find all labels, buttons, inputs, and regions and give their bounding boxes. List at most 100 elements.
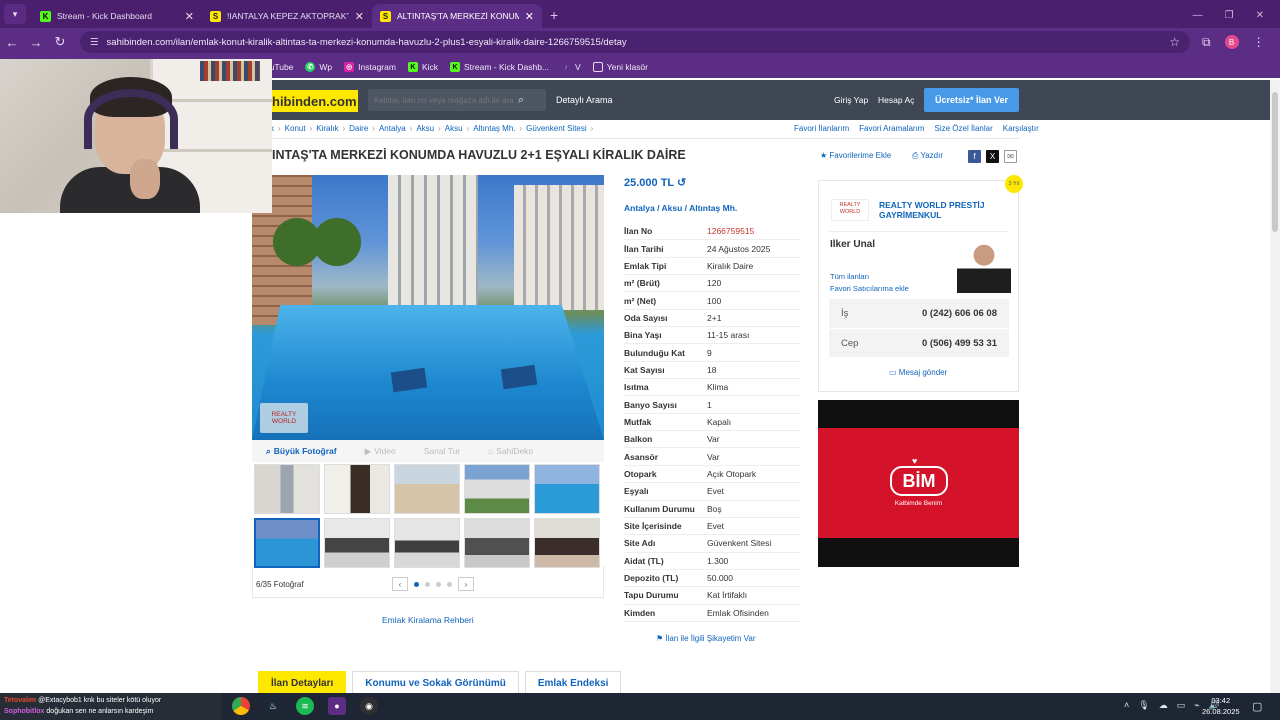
tab-kick-dashboard[interactable]: K Stream - Kick Dashboard ✕ — [32, 4, 202, 28]
location-district[interactable]: Aksu — [662, 203, 683, 213]
photo-thumbnail[interactable] — [324, 464, 390, 514]
divider — [252, 138, 1019, 139]
chevron-up-icon[interactable]: ˄ — [1124, 700, 1129, 711]
notification-icon[interactable]: ▢ — [1252, 700, 1262, 713]
site-logo[interactable]: hibinden.com — [270, 90, 358, 112]
bookmark-wp[interactable]: ✆ Wp — [305, 62, 332, 72]
add-favorite-link[interactable]: ★ Favorilerime Ekle — [820, 151, 891, 160]
breadcrumb-item[interactable]: Kiralık — [316, 124, 338, 133]
page-scrollbar[interactable] — [1270, 80, 1280, 693]
network-icon[interactable]: ⌁ — [1194, 700, 1199, 711]
advertisement[interactable]: ♥ BİM Kalbimde Benim — [818, 400, 1019, 567]
report-listing-link[interactable]: ⚑ İlan ile İlgili Şikayetim Var — [656, 634, 756, 643]
photo-thumbnail[interactable] — [464, 518, 530, 568]
breadcrumb-item[interactable]: Konut — [285, 124, 306, 133]
photo-thumbnail[interactable] — [534, 518, 600, 568]
minimize-icon[interactable]: — — [1193, 10, 1203, 21]
breadcrumb-item[interactable]: Aksu — [445, 124, 463, 133]
mail-icon[interactable]: ✉ — [1004, 150, 1017, 163]
photo-thumbnail[interactable] — [324, 518, 390, 568]
favorite-listings-link[interactable]: Favori İlanlarım — [794, 124, 849, 133]
battery-icon[interactable]: ▭ — [1177, 700, 1186, 711]
chevron-right-icon[interactable]: › — [458, 577, 474, 591]
print-link[interactable]: ⎙ Yazdır — [912, 151, 943, 161]
breadcrumb-item[interactable]: Aksu — [416, 124, 434, 133]
tab-location[interactable]: Konumu ve Sokak Görünümü — [352, 671, 519, 693]
close-window-icon[interactable]: ✕ — [1256, 10, 1264, 21]
all-listings-link[interactable]: Tüm ilanları — [830, 271, 909, 283]
site-info-icon[interactable]: ☰ — [90, 37, 99, 48]
signup-link[interactable]: Hesap Aç — [878, 95, 914, 105]
send-message-link[interactable]: ▭ Mesaj gönder — [889, 368, 947, 377]
tab-listing-details[interactable]: İlan Detayları — [258, 671, 347, 693]
cloud-icon[interactable]: ☁ — [1159, 700, 1168, 711]
breadcrumb-item[interactable]: Daire — [349, 124, 368, 133]
breadcrumb-item[interactable]: Antalya — [379, 124, 406, 133]
location-neighborhood[interactable]: Altıntaş Mh. — [689, 203, 737, 213]
tab-antalya-kepez[interactable]: S !IANTALYA KEPEZ AKTOPRAK'TA ✕ — [202, 4, 372, 28]
bookmark-instagram[interactable]: ◎ Instagram — [344, 62, 396, 72]
url-field[interactable]: ☰ sahibinden.com/ilan/emlak-konut-kirali… — [80, 31, 1190, 53]
main-photo[interactable]: REALTY WORLD — [252, 175, 604, 440]
forward-icon[interactable]: → — [24, 35, 48, 50]
photo-thumbnail[interactable] — [254, 464, 320, 514]
tab-search-button[interactable]: ▾ — [4, 4, 26, 24]
facebook-icon[interactable]: f — [968, 150, 981, 163]
bookmark-kick-dashboard[interactable]: K Stream - Kick Dashb... — [450, 62, 549, 72]
close-icon[interactable]: ✕ — [355, 10, 364, 23]
login-link[interactable]: Giriş Yap — [834, 95, 868, 105]
pager-dot[interactable] — [414, 581, 419, 587]
back-icon[interactable]: ← — [0, 35, 24, 50]
close-icon[interactable]: ✕ — [525, 10, 534, 23]
favorite-searches-link[interactable]: Favori Aramalarım — [859, 124, 924, 133]
location-city[interactable]: Antalya — [624, 203, 655, 213]
bookmark-folder[interactable]: Yeni klasör — [592, 62, 648, 72]
large-photo-button[interactable]: ⌕ Büyük Fotoğraf — [252, 446, 351, 457]
photo-thumbnail[interactable] — [394, 464, 460, 514]
pager-dot[interactable] — [436, 581, 441, 587]
tab-real-estate-index[interactable]: Emlak Endeksi — [524, 671, 622, 693]
post-ad-button[interactable]: Ücretsiz* İlan Ver — [924, 88, 1019, 112]
add-favorite-seller-link[interactable]: Favori Satıcılarıma ekle — [830, 283, 909, 295]
reload-icon[interactable]: ↻ — [48, 34, 72, 50]
spotify-icon[interactable]: ≋ — [296, 697, 314, 715]
restore-icon[interactable]: ❐ — [1225, 10, 1234, 21]
breadcrumb-item[interactable]: Güvenkent Sitesi — [526, 124, 586, 133]
agency-name[interactable]: REALTY WORLD PRESTİJ GAYRİMENKUL — [879, 200, 1004, 220]
search-input[interactable] — [368, 95, 518, 105]
microphone-icon[interactable]: 🎙 — [1138, 700, 1149, 711]
close-icon[interactable]: ✕ — [185, 10, 194, 23]
extensions-icon[interactable]: ⧉ — [1202, 35, 1211, 50]
phone-number[interactable]: 0 (242) 606 06 08 — [922, 308, 997, 319]
obs-icon[interactable]: ◉ — [360, 697, 378, 715]
x-icon[interactable]: X — [986, 150, 999, 163]
photo-thumbnail[interactable] — [394, 518, 460, 568]
chevron-left-icon[interactable]: ‹ — [392, 577, 408, 591]
photo-thumbnail[interactable] — [534, 464, 600, 514]
search-icon[interactable]: ⌕ — [518, 94, 524, 107]
phone-number[interactable]: 0 (506) 499 53 31 — [922, 338, 997, 349]
scrollbar-thumb[interactable] — [1272, 92, 1278, 232]
breadcrumb-item[interactable]: Altıntaş Mh. — [473, 124, 515, 133]
rental-guide-link[interactable]: Emlak Kiralama Rehberi — [382, 615, 474, 625]
photo-thumbnail-selected[interactable] — [254, 518, 320, 568]
pager-dot[interactable] — [447, 581, 452, 587]
clock[interactable]: 03:42 26.08.2025 — [1202, 695, 1240, 717]
steam-icon[interactable]: ♨ — [264, 697, 282, 715]
bookmark-star-icon[interactable]: ☆ — [1169, 35, 1180, 49]
chrome-icon[interactable] — [232, 697, 250, 715]
tab-altintas-listing[interactable]: S ALTINTAŞ'TA MERKEZİ KONUM ✕ — [372, 4, 542, 28]
bookmark-v[interactable]: ♪ V — [561, 62, 580, 72]
pager-dot[interactable] — [425, 581, 430, 587]
price-history-icon[interactable]: ↺ — [677, 177, 686, 189]
new-tab-icon[interactable]: + — [550, 7, 558, 23]
advanced-search-link[interactable]: Detaylı Arama — [556, 95, 613, 105]
browser-menu-icon[interactable]: ⋮ — [1253, 35, 1265, 49]
profile-avatar[interactable]: B — [1224, 35, 1239, 49]
compare-link[interactable]: Karşılaştır — [1003, 124, 1039, 133]
browser-app-icon[interactable]: ● — [328, 697, 346, 715]
bookmark-kick[interactable]: K Kick — [407, 62, 438, 72]
agency-logo[interactable]: REALTY WORLD — [831, 199, 869, 221]
photo-thumbnail[interactable] — [464, 464, 530, 514]
special-listings-link[interactable]: Size Özel İlanlar — [934, 124, 992, 133]
